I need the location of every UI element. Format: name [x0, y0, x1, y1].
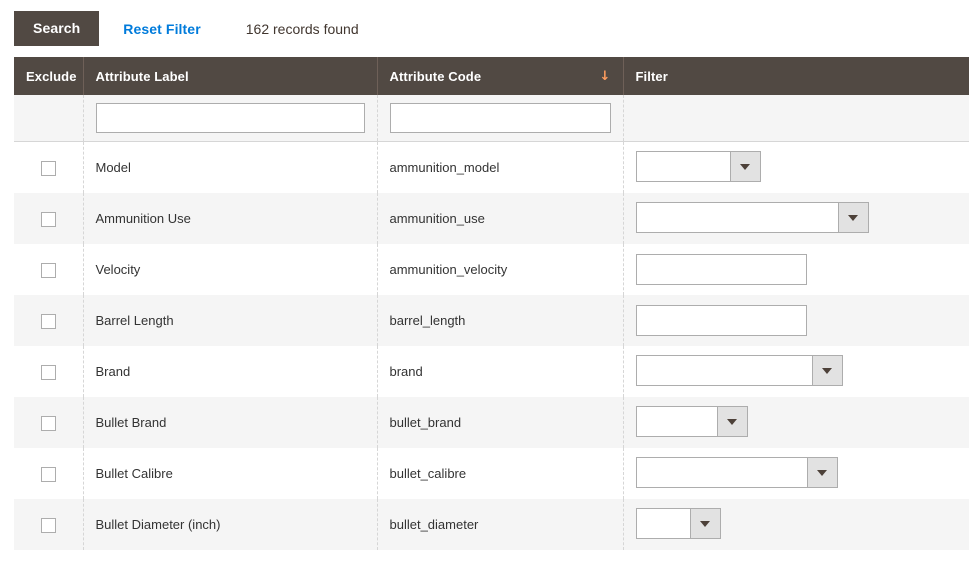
chevron-down-icon[interactable] [730, 152, 760, 181]
column-header-exclude-label: Exclude [26, 68, 77, 84]
cell-attribute-code: ammunition_velocity [377, 244, 624, 295]
cell-exclude [14, 244, 84, 295]
filter-select-value [636, 203, 839, 232]
chevron-down-icon[interactable] [717, 407, 747, 436]
cell-attribute-code: brand [377, 346, 624, 397]
attribute-code-filter-input[interactable] [389, 103, 611, 133]
filter-cell-attribute-label [83, 95, 378, 142]
cell-exclude [14, 499, 84, 550]
filter-text-input[interactable] [635, 305, 807, 336]
grid-header-row: Exclude Attribute Label Attribute Code ↓ [14, 57, 969, 95]
cell-attribute-label: Velocity [83, 244, 378, 295]
cell-attribute-label: Ammunition Use [83, 193, 378, 244]
attributes-grid-wrapper: Exclude Attribute Label Attribute Code ↓ [14, 57, 969, 550]
table-row[interactable]: Barrel Length barrel_length [14, 295, 969, 346]
reset-filter-link[interactable]: Reset Filter [123, 21, 200, 37]
cell-attribute-label: Bullet Brand [83, 397, 378, 448]
column-header-attribute-code[interactable]: Attribute Code ↓ [377, 57, 624, 95]
exclude-checkbox[interactable] [40, 364, 56, 380]
filter-select[interactable] [635, 151, 761, 182]
cell-attribute-code: ammunition_use [377, 193, 624, 244]
filter-select-value [636, 407, 718, 436]
table-row[interactable]: Bullet Diameter (inch) bullet_diameter [14, 499, 969, 550]
sort-descending-icon: ↓ [599, 68, 611, 84]
filter-select-value [636, 458, 808, 487]
filter-cell-filter [623, 95, 969, 142]
chevron-down-icon[interactable] [807, 458, 837, 487]
table-row[interactable]: Velocity ammunition_velocity [14, 244, 969, 295]
filter-select[interactable] [635, 355, 843, 386]
cell-attribute-label: Bullet Calibre [83, 448, 378, 499]
exclude-checkbox[interactable] [40, 517, 56, 533]
cell-filter [623, 244, 969, 295]
filter-text-input[interactable] [635, 254, 807, 285]
cell-attribute-label: Barrel Length [83, 295, 378, 346]
table-row[interactable]: Bullet Calibre bullet_calibre [14, 448, 969, 499]
caret-glyph [822, 367, 832, 374]
caret-glyph [700, 520, 710, 527]
grid-body: Model ammunition_model Ammunition Use ammun… [14, 95, 969, 550]
filter-select[interactable] [635, 406, 748, 437]
cell-exclude [14, 448, 84, 499]
cell-attribute-label: Model [83, 141, 378, 193]
attribute-label-filter-input[interactable] [95, 103, 365, 133]
cell-filter [623, 448, 969, 499]
cell-exclude [14, 141, 84, 193]
chevron-down-icon[interactable] [838, 203, 868, 232]
table-row[interactable]: Bullet Brand bullet_brand [14, 397, 969, 448]
caret-glyph [727, 418, 737, 425]
chevron-down-icon[interactable] [812, 356, 842, 385]
column-header-exclude[interactable]: Exclude [14, 57, 84, 95]
column-header-attribute-label-label: Attribute Label [95, 68, 189, 84]
exclude-checkbox[interactable] [40, 415, 56, 431]
table-row[interactable]: Ammunition Use ammunition_use [14, 193, 969, 244]
caret-glyph [848, 214, 858, 221]
cell-exclude [14, 295, 84, 346]
cell-filter [623, 193, 969, 244]
cell-filter [623, 499, 969, 550]
table-row[interactable]: Brand brand [14, 346, 969, 397]
caret-glyph [817, 469, 827, 476]
grid-filter-row [14, 95, 969, 142]
cell-filter [623, 397, 969, 448]
filter-cell-exclude [14, 95, 84, 142]
cell-attribute-code: bullet_brand [377, 397, 624, 448]
exclude-checkbox[interactable] [40, 466, 56, 482]
cell-attribute-label: Brand [83, 346, 378, 397]
filter-select[interactable] [635, 508, 721, 539]
cell-attribute-code: barrel_length [377, 295, 624, 346]
cell-filter [623, 141, 969, 193]
filter-select-value [636, 509, 691, 538]
cell-filter [623, 346, 969, 397]
cell-attribute-code: ammunition_model [377, 141, 624, 193]
cell-exclude [14, 397, 84, 448]
column-header-filter-label: Filter [635, 68, 668, 84]
attributes-grid: Exclude Attribute Label Attribute Code ↓ [14, 57, 969, 550]
column-header-attribute-code-label: Attribute Code [389, 68, 482, 84]
cell-attribute-label: Bullet Diameter (inch) [83, 499, 378, 550]
cell-filter [623, 295, 969, 346]
chevron-down-icon[interactable] [690, 509, 720, 538]
exclude-checkbox[interactable] [40, 262, 56, 278]
exclude-checkbox[interactable] [40, 313, 56, 329]
filter-select-value [636, 356, 813, 385]
table-row[interactable]: Model ammunition_model [14, 141, 969, 193]
search-button[interactable]: Search [14, 11, 100, 46]
grid-toolbar: Search Reset Filter 162 records found [0, 0, 969, 57]
exclude-checkbox[interactable] [40, 211, 56, 227]
cell-attribute-code: bullet_diameter [377, 499, 624, 550]
filter-select[interactable] [635, 202, 869, 233]
cell-exclude [14, 193, 84, 244]
grid-head: Exclude Attribute Label Attribute Code ↓ [14, 57, 969, 95]
column-header-filter[interactable]: Filter [623, 57, 969, 95]
exclude-checkbox[interactable] [40, 160, 56, 176]
filter-select-value [636, 152, 731, 181]
records-found-count: 162 records found [245, 20, 359, 37]
filter-select[interactable] [635, 457, 838, 488]
cell-exclude [14, 346, 84, 397]
cell-attribute-code: bullet_calibre [377, 448, 624, 499]
column-header-attribute-label[interactable]: Attribute Label [83, 57, 378, 95]
caret-glyph [740, 163, 750, 170]
filter-cell-attribute-code [377, 95, 624, 142]
